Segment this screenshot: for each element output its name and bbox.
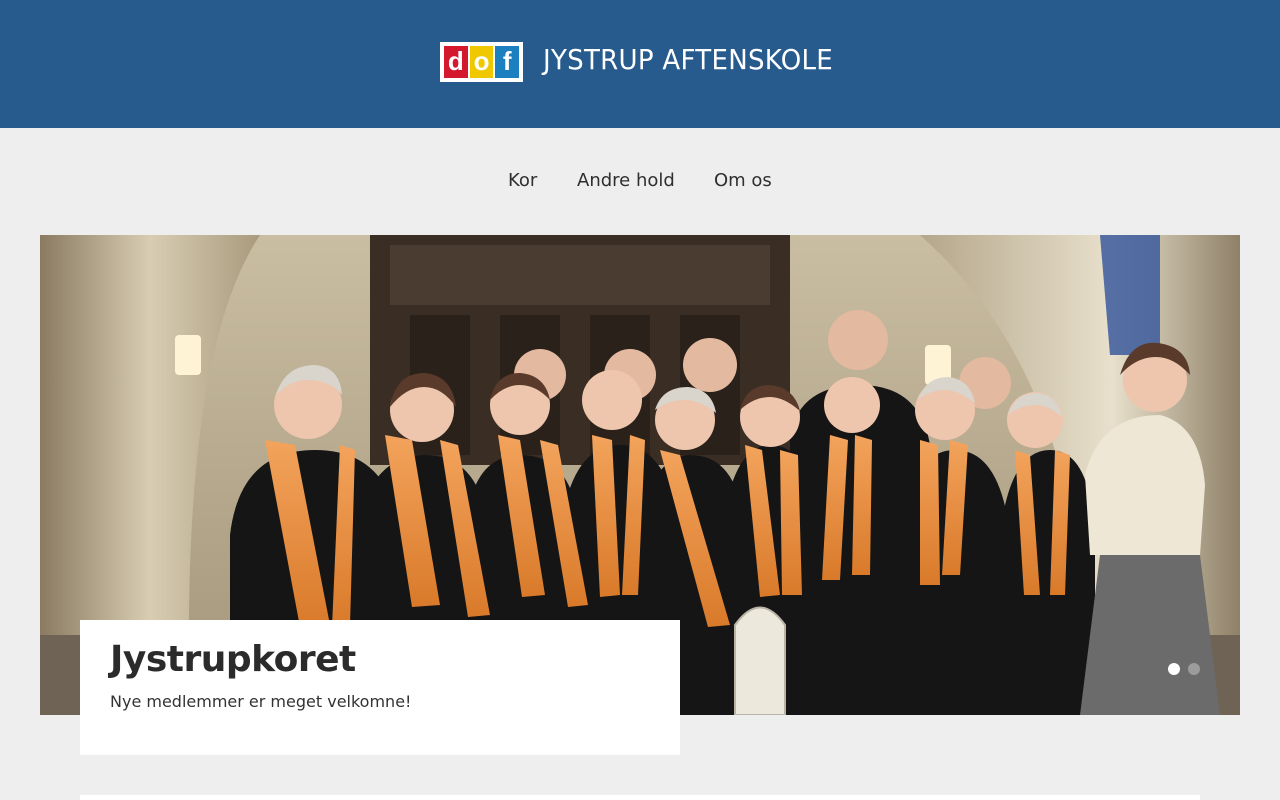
site-header: d o f JYSTRUP AFTENSKOLE bbox=[0, 0, 1280, 128]
slide-caption: Jystrupkoret Nye medlemmer er meget velk… bbox=[80, 620, 680, 755]
nav-item-andre-hold[interactable]: Andre hold bbox=[577, 170, 675, 191]
caption-title[interactable]: Jystrupkoret bbox=[110, 638, 650, 682]
dof-logo[interactable]: d o f bbox=[440, 42, 523, 82]
site-title[interactable]: JYSTRUP AFTENSKOLE bbox=[543, 43, 833, 76]
logo-letter-f: f bbox=[495, 46, 520, 78]
slider-dot-1[interactable] bbox=[1168, 663, 1180, 675]
logo-letter-d: d bbox=[444, 46, 468, 78]
logo-letter-o: o bbox=[469, 46, 494, 78]
nav-item-om-os[interactable]: Om os bbox=[714, 170, 772, 191]
slider-pagination bbox=[1168, 663, 1200, 675]
slider-dot-2[interactable] bbox=[1188, 663, 1200, 675]
nav-item-kor[interactable]: Kor bbox=[508, 170, 537, 191]
content-card bbox=[80, 795, 1200, 800]
main-nav: Kor Andre hold Om os bbox=[0, 166, 1280, 198]
caption-text: Nye medlemmer er meget velkomne! bbox=[110, 692, 412, 711]
